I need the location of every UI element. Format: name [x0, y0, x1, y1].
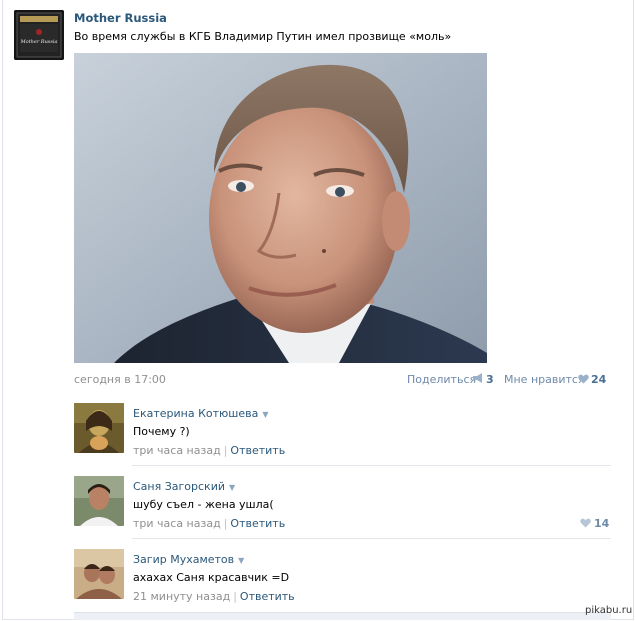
svg-text:Mother Russia: Mother Russia — [20, 39, 58, 45]
share-button[interactable]: Поделиться — [407, 373, 476, 386]
commenter-avatar[interactable] — [74, 403, 124, 453]
like-count: 24 — [591, 373, 607, 386]
megaphone-icon[interactable] — [472, 372, 484, 384]
comment-meta: три часа назад | Ответить — [133, 444, 286, 457]
post-text: Во время службы в КГБ Владимир Путин име… — [74, 30, 452, 43]
post-date: сегодня в 17:00 — [74, 373, 166, 386]
comment-item: Екатерина Котюшева ▼ Почему ?) три часа н… — [74, 393, 611, 466]
heart-icon[interactable] — [578, 374, 589, 384]
commenter-avatar[interactable] — [74, 549, 124, 599]
post-photo[interactable] — [74, 53, 487, 363]
community-avatar[interactable]: Mother Russia — [14, 10, 64, 60]
comments-list: Екатерина Котюшева ▼ Почему ?) три часа н… — [74, 393, 611, 620]
commenter-avatar[interactable] — [74, 476, 124, 526]
reply-link[interactable]: Ответить — [240, 590, 295, 603]
reply-input-bar[interactable] — [74, 612, 611, 620]
heart-icon[interactable] — [580, 518, 591, 528]
like-button[interactable]: Мне нравится — [504, 373, 585, 386]
share-count: 3 — [486, 373, 494, 386]
chevron-down-icon[interactable]: ▼ — [262, 410, 268, 419]
commenter-name[interactable]: Саня Загорский ▼ — [133, 480, 235, 493]
reply-link[interactable]: Ответить — [230, 517, 285, 530]
watermark: pikabu.ru — [585, 605, 633, 616]
chevron-down-icon[interactable]: ▼ — [229, 483, 235, 492]
post-author-link[interactable]: Mother Russia — [74, 11, 167, 25]
comment-time[interactable]: 21 минуту назад — [133, 590, 230, 603]
comment-like-count: 14 — [594, 517, 610, 530]
comment-item: Загир Мухаметов ▼ ахахах Саня красавчик =… — [74, 539, 611, 612]
comment-meta: три часа назад | Ответить — [133, 517, 286, 530]
comment-time[interactable]: три часа назад — [133, 444, 221, 457]
comment-text: ахахах Саня красавчик =D — [133, 571, 290, 584]
comment-text: Почему ?) — [133, 425, 190, 438]
commenter-name[interactable]: Загир Мухаметов ▼ — [133, 553, 244, 566]
commenter-name[interactable]: Екатерина Котюшева ▼ — [133, 407, 269, 420]
chevron-down-icon[interactable]: ▼ — [238, 556, 244, 565]
comment-text: шубу съел - жена ушла( — [133, 498, 274, 511]
comment-time[interactable]: три часа назад — [133, 517, 221, 530]
comment-item: Саня Загорский ▼ шубу съел - жена ушла( т… — [74, 466, 611, 539]
comment-meta: 21 минуту назад | Ответить — [133, 590, 295, 603]
reply-link[interactable]: Ответить — [230, 444, 285, 457]
